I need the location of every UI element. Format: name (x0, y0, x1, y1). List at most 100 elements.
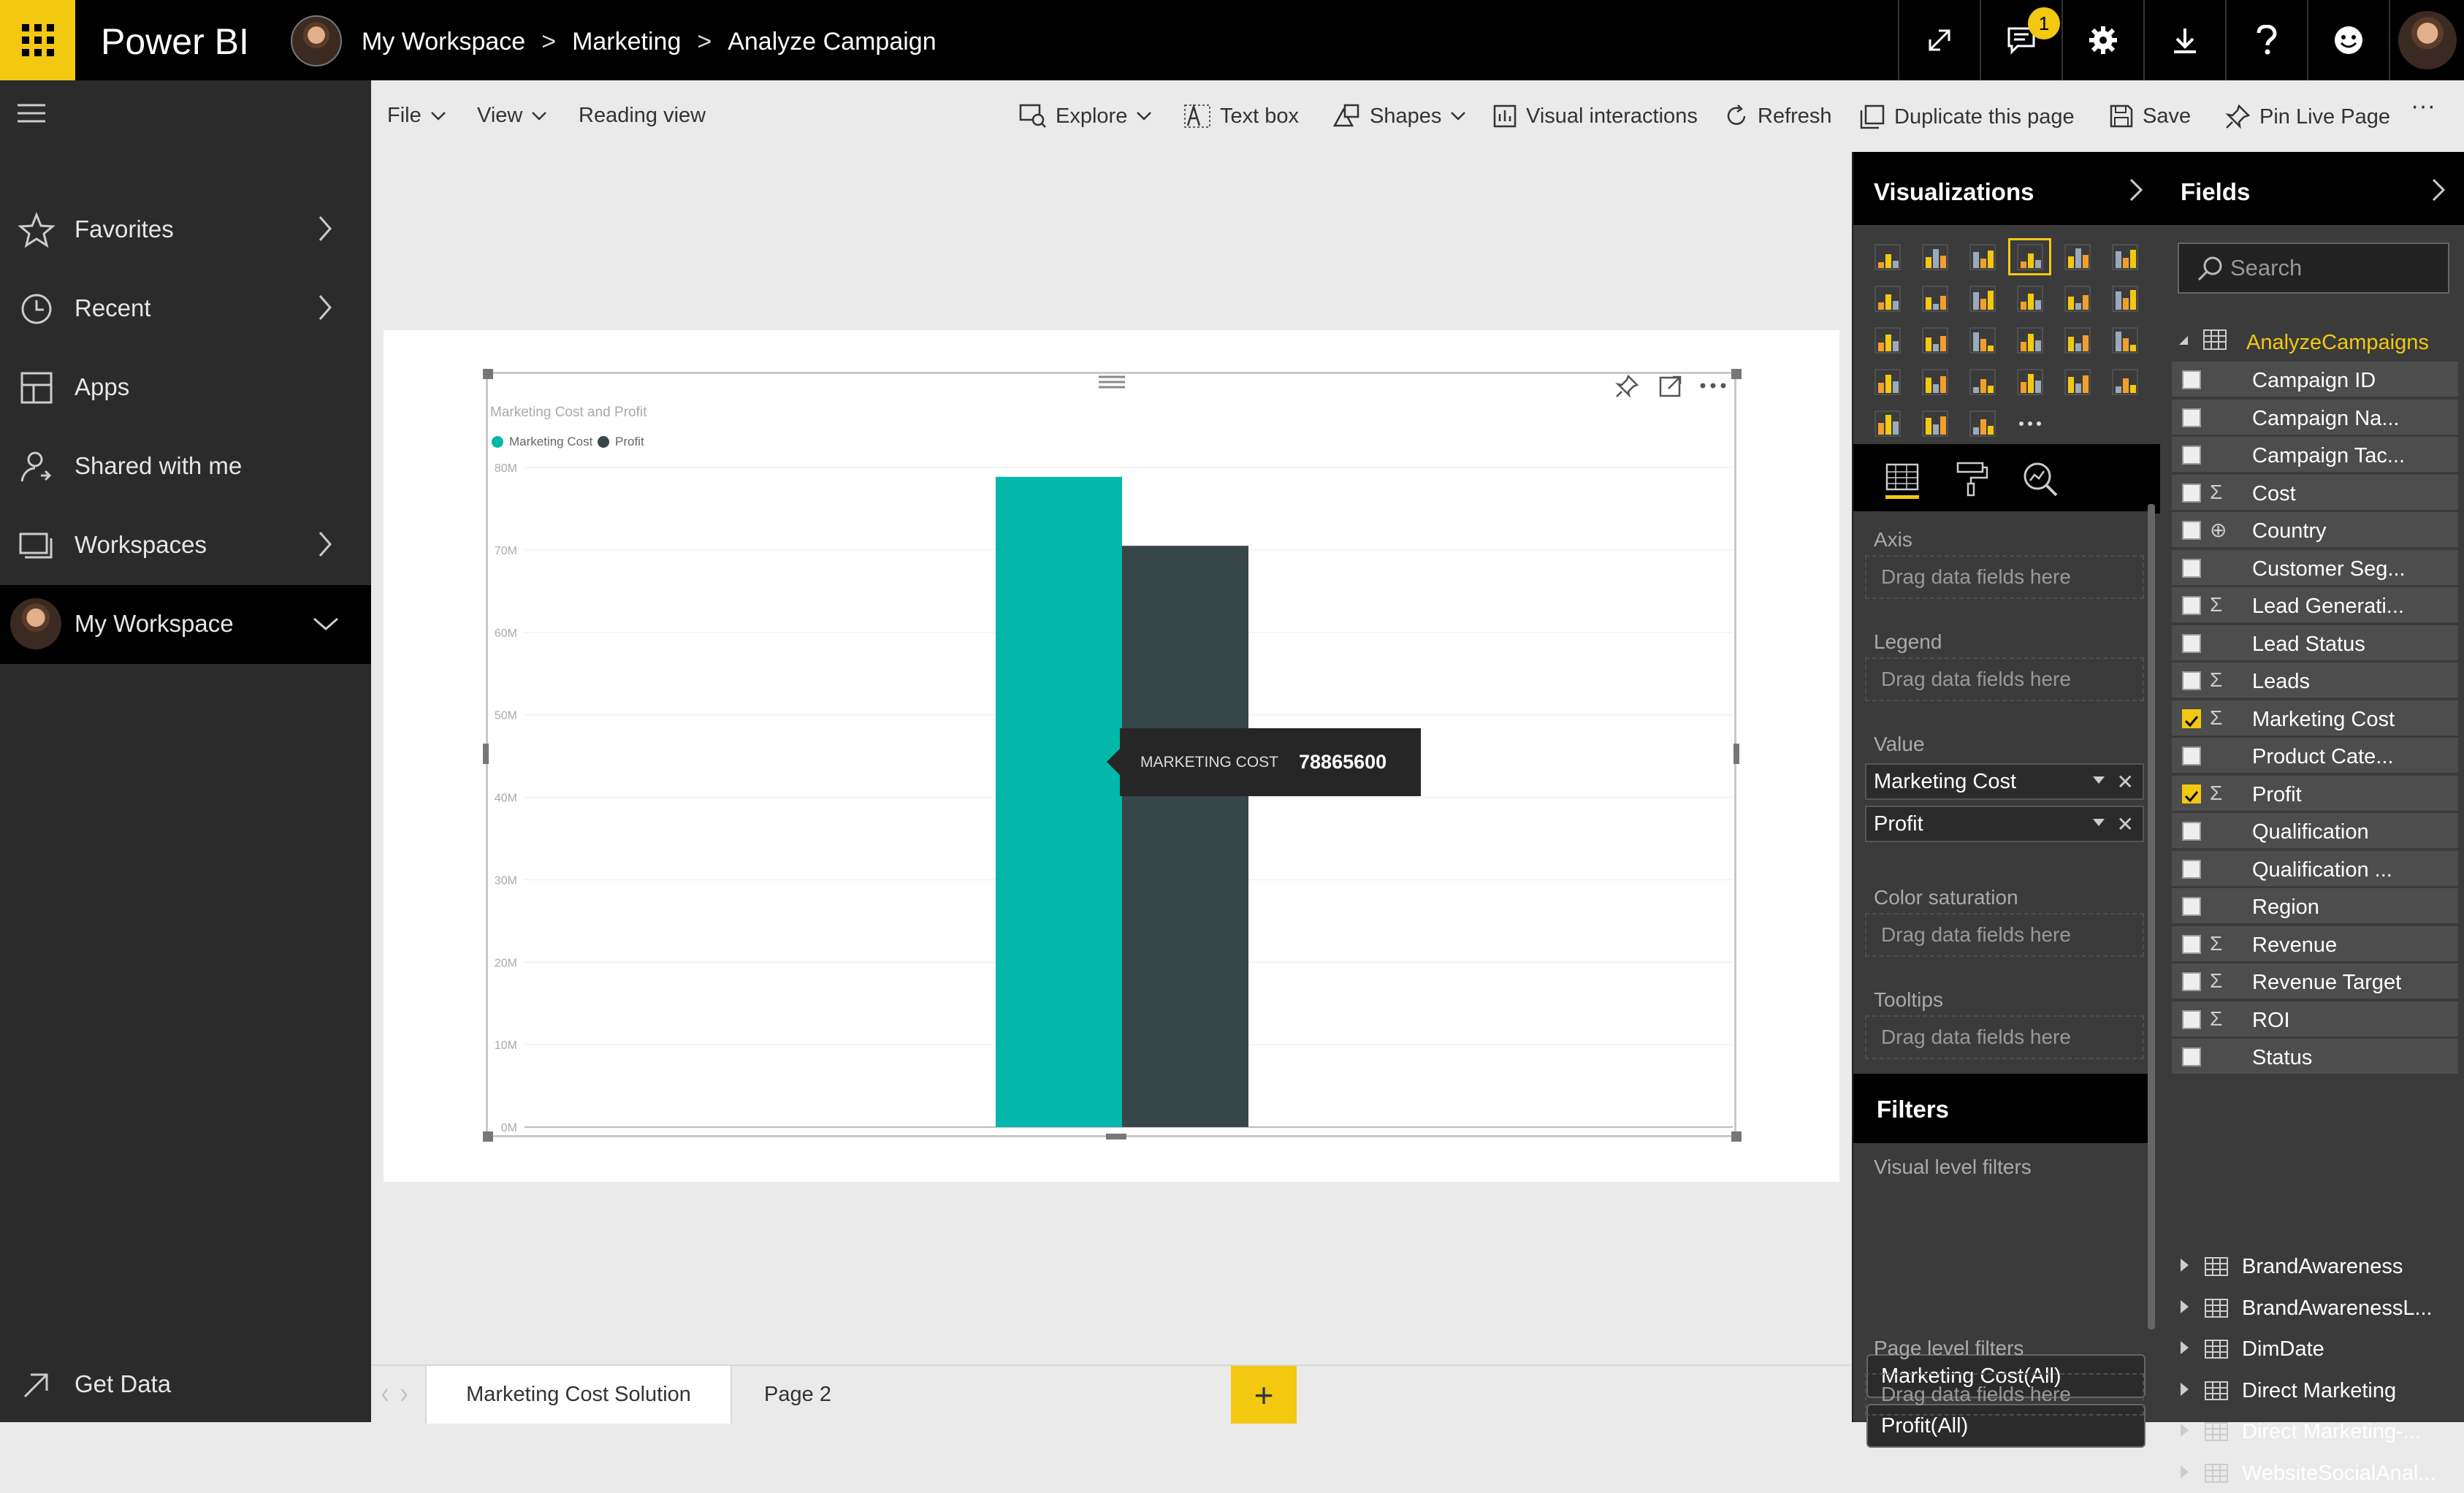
field-checkbox[interactable] (2182, 709, 2201, 728)
viz-gauge-icon[interactable] (1911, 361, 1958, 402)
format-paint-roller-icon[interactable] (1950, 459, 1991, 499)
table-row[interactable]: BrandAwareness (2160, 1245, 2464, 1286)
viz-100-bar-icon[interactable] (2053, 236, 2101, 278)
viz-stacked-area-icon[interactable] (1958, 278, 2006, 319)
bar-profit[interactable] (1122, 546, 1248, 1127)
field-checkbox[interactable] (2182, 671, 2201, 690)
well-axis-drop[interactable]: Drag data fields here (1865, 555, 2144, 599)
field-row[interactable]: Σ ROI (2172, 1001, 2458, 1036)
field-row[interactable]: Σ Profit (2172, 775, 2458, 811)
field-row[interactable]: Σ Lead Generati... (2172, 587, 2458, 622)
field-checkbox[interactable] (2182, 408, 2201, 427)
viz-globe-icon[interactable] (1958, 402, 2006, 444)
viz-line-column-icon[interactable] (2006, 278, 2053, 319)
viz-stacked-bar-icon[interactable] (1864, 236, 1911, 278)
viz-clustered-bar-icon[interactable] (1958, 236, 2006, 278)
field-row[interactable]: Customer Seg... (2172, 549, 2458, 585)
chevron-down-icon[interactable] (2093, 819, 2105, 826)
viz-more-icon[interactable] (2006, 402, 2053, 444)
chevron-down-icon[interactable] (2093, 776, 2105, 784)
table-row[interactable]: DimDate (2160, 1328, 2464, 1369)
field-checkbox[interactable] (2182, 633, 2201, 653)
viz-stacked-column-icon[interactable] (1911, 236, 1958, 278)
analytics-magnifier-icon[interactable] (2020, 459, 2060, 499)
page-level-filters-drop[interactable]: Drag data fields here (1865, 1373, 2144, 1416)
viz-map-icon[interactable] (2053, 319, 2101, 361)
field-checkbox[interactable] (2182, 370, 2201, 389)
field-checkbox[interactable] (2182, 1047, 2201, 1066)
viz-multi-row-card-icon[interactable] (2006, 361, 2053, 402)
field-checkbox[interactable] (2182, 746, 2201, 765)
field-checkbox[interactable] (2182, 897, 2201, 916)
tab-page-2[interactable]: Page 2 (732, 1366, 863, 1424)
field-checkbox[interactable] (2182, 934, 2201, 954)
field-checkbox[interactable] (2182, 521, 2201, 540)
field-row[interactable]: Lead Status (2172, 625, 2458, 660)
chevron-right-icon[interactable] (2127, 175, 2145, 205)
field-row[interactable]: Qualification (2172, 813, 2458, 848)
field-checkbox[interactable] (2182, 1009, 2201, 1029)
field-row[interactable]: Campaign Tac... (2172, 437, 2458, 472)
viz-100-column-icon[interactable] (2101, 236, 2148, 278)
value-field-profit[interactable]: Profit ✕ (1865, 806, 2144, 842)
viz-treemap-icon[interactable] (2006, 319, 2053, 361)
well-legend-drop[interactable]: Drag data fields here (1865, 657, 2144, 701)
table-row[interactable]: Direct Marketing (2160, 1370, 2464, 1410)
viz-slicer-icon[interactable] (2101, 361, 2148, 402)
fields-search-input[interactable]: Search (2178, 243, 2449, 294)
chevron-right-icon[interactable] (2429, 175, 2448, 205)
viz-scatter-icon[interactable] (1864, 319, 1911, 361)
table-row[interactable]: BrandAwarenessL... (2160, 1287, 2464, 1328)
field-row[interactable]: Σ Revenue (2172, 925, 2458, 961)
viz-area-icon[interactable] (1911, 278, 1958, 319)
close-icon[interactable]: ✕ (2117, 770, 2134, 794)
field-row[interactable]: Region (2172, 888, 2458, 923)
field-row[interactable]: Product Cate... (2172, 738, 2458, 773)
field-checkbox[interactable] (2182, 446, 2201, 465)
field-checkbox[interactable] (2182, 784, 2201, 803)
field-row[interactable]: Campaign ID (2172, 362, 2458, 397)
viz-matrix-icon[interactable] (1911, 402, 1958, 444)
well-color-saturation-drop[interactable]: Drag data fields here (1865, 913, 2144, 957)
viz-kpi-icon[interactable] (2053, 361, 2101, 402)
add-page-button[interactable]: + (1231, 1366, 1297, 1424)
bar-marketing-cost[interactable] (996, 476, 1122, 1127)
close-icon[interactable]: ✕ (2117, 812, 2134, 836)
tab-marketing-cost-solution[interactable]: Marketing Cost Solution (425, 1366, 732, 1424)
field-row[interactable]: Campaign Na... (2172, 399, 2458, 435)
field-checkbox[interactable] (2182, 822, 2201, 841)
field-checkbox[interactable] (2182, 972, 2201, 991)
viz-clustered-column-icon[interactable] (2006, 236, 2053, 278)
field-row[interactable]: Σ Leads (2172, 663, 2458, 698)
field-name: Lead Status (2252, 632, 2365, 656)
viz-funnel-icon[interactable] (1864, 361, 1911, 402)
table-row[interactable]: WebsiteSocialAnal... (2160, 1452, 2464, 1493)
field-checkbox[interactable] (2182, 558, 2201, 578)
viz-card-icon[interactable] (1958, 361, 2006, 402)
field-checkbox[interactable] (2182, 483, 2201, 503)
field-row[interactable]: ⊕ Country (2172, 512, 2458, 547)
viz-line-clustered-icon[interactable] (2053, 278, 2101, 319)
well-tooltips-drop[interactable]: Drag data fields here (1865, 1015, 2144, 1059)
table-row[interactable]: Direct Marketing-... (2160, 1410, 2464, 1451)
field-row[interactable]: Qualification ... (2172, 850, 2458, 886)
table-analyzecampaigns[interactable]: AnalyzeCampaigns (2160, 321, 2464, 359)
viz-line-icon[interactable] (1864, 278, 1911, 319)
sigma-icon: Σ (2210, 480, 2223, 503)
field-checkbox[interactable] (2182, 859, 2201, 879)
viz-donut-icon[interactable] (1958, 319, 2006, 361)
fields-tab-icon[interactable] (1883, 459, 1923, 499)
collapsed-triangle-icon (2181, 1299, 2189, 1313)
field-row[interactable]: Σ Cost (2172, 474, 2458, 510)
tab-scroll-arrows-icon[interactable] (380, 1386, 409, 1404)
field-row[interactable]: Status (2172, 1039, 2458, 1074)
viz-table-icon[interactable] (1864, 402, 1911, 444)
viz-ribbon-icon[interactable] (2101, 278, 2148, 319)
visualizations-scrollbar[interactable] (2148, 504, 2155, 1329)
field-row[interactable]: Σ Marketing Cost (2172, 700, 2458, 736)
field-checkbox[interactable] (2182, 596, 2201, 615)
value-field-marketing-cost[interactable]: Marketing Cost ✕ (1865, 763, 2144, 800)
viz-filled-map-icon[interactable] (2101, 319, 2148, 361)
field-row[interactable]: Σ Revenue Target (2172, 963, 2458, 998)
viz-pie-icon[interactable] (1911, 319, 1958, 361)
